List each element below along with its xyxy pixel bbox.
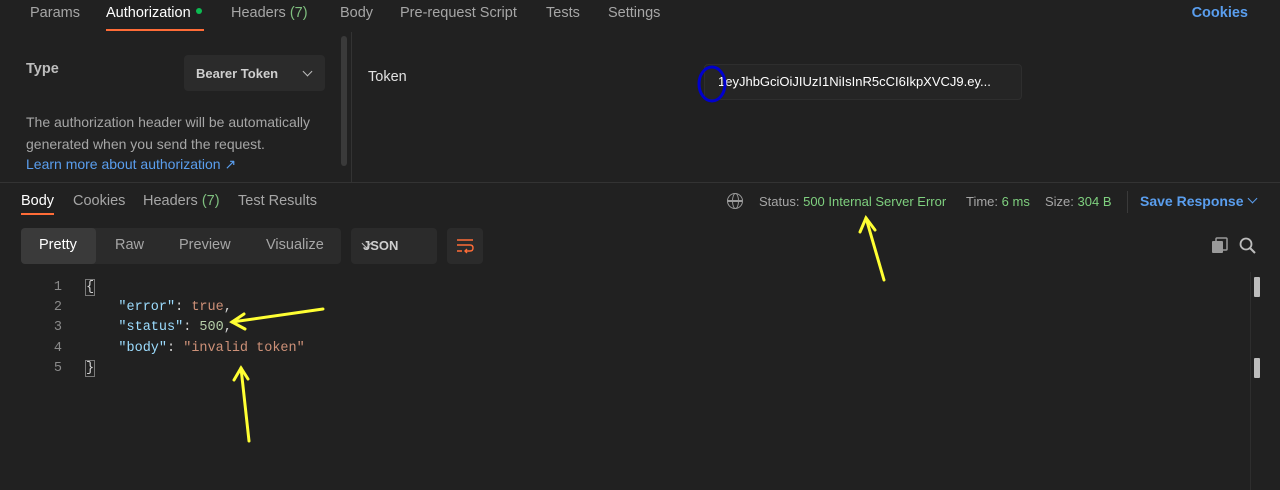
annotation-arrow xyxy=(229,307,325,331)
annotation-arrow xyxy=(232,365,251,443)
annotation-overlay xyxy=(229,65,886,443)
annotation-arrow xyxy=(858,215,886,282)
annotation-circle xyxy=(697,65,727,103)
